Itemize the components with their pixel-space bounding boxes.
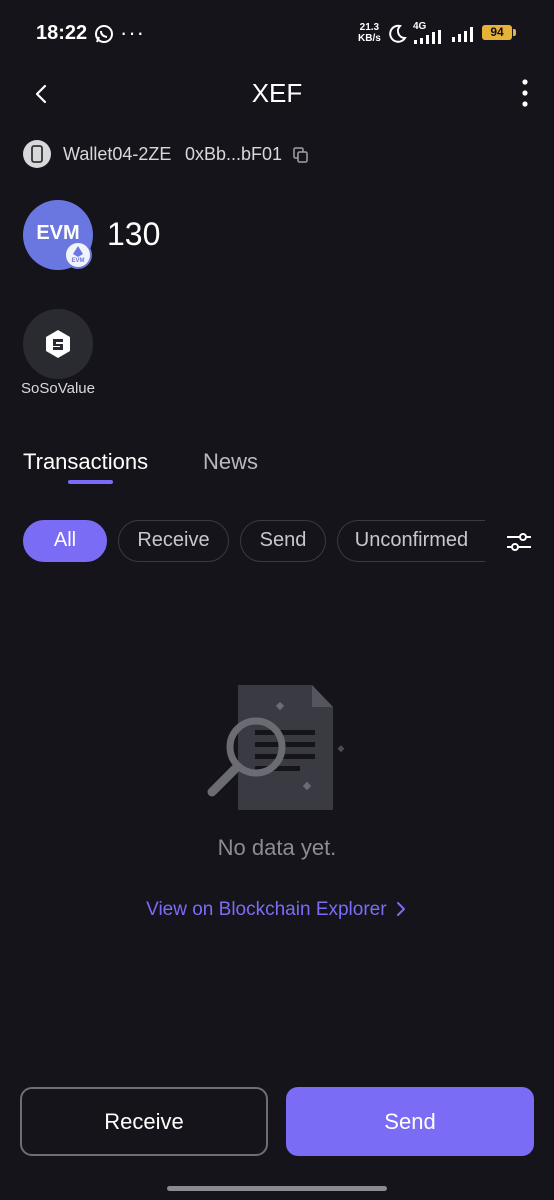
battery-icon: 94 [482, 25, 512, 40]
document-search-icon [207, 685, 345, 810]
home-indicator[interactable] [167, 1186, 387, 1191]
blockchain-explorer-link[interactable]: View on Blockchain Explorer [0, 899, 554, 921]
active-tab-indicator [68, 480, 113, 484]
status-time: 18:22 [36, 22, 88, 44]
signal-icon [414, 30, 441, 44]
more-vertical-icon[interactable] [512, 76, 538, 110]
explorer-link-label: View on Blockchain Explorer [146, 899, 387, 920]
page-title: XEF [251, 78, 303, 108]
chain-badge-icon [64, 241, 92, 269]
chevron-right-icon [396, 902, 405, 916]
receive-button[interactable]: Receive [20, 1087, 268, 1156]
signal-icon-2 [452, 27, 473, 42]
chain-badge-text: EVM [71, 258, 85, 264]
network-speed: 21.3 KB/s [358, 22, 381, 44]
sosovalue-icon [46, 330, 70, 358]
filter-unconfirmed[interactable]: Unconfirmed [337, 520, 485, 562]
whatsapp-icon [95, 25, 113, 43]
battery-tip [513, 29, 516, 36]
wallet-address[interactable]: 0xBb...bF01 [185, 144, 282, 165]
filter-all[interactable]: All [23, 520, 107, 562]
tab-transactions[interactable]: Transactions [23, 449, 148, 475]
filter-receive[interactable]: Receive [118, 520, 229, 562]
sosovalue-label: SoSoValue [21, 380, 95, 397]
moon-icon [389, 24, 407, 43]
copy-icon[interactable] [292, 146, 310, 164]
filter-send[interactable]: Send [240, 520, 326, 562]
phone-wallet-icon [23, 140, 51, 168]
wallet-name[interactable]: Wallet04-2ZE [63, 144, 171, 165]
tab-news[interactable]: News [203, 449, 258, 475]
send-button[interactable]: Send [286, 1087, 534, 1156]
empty-message: No data yet. [217, 835, 337, 860]
status-more-icon: ··· [120, 20, 145, 45]
token-balance: 130 [107, 216, 161, 252]
filter-sliders-icon[interactable] [505, 530, 533, 554]
